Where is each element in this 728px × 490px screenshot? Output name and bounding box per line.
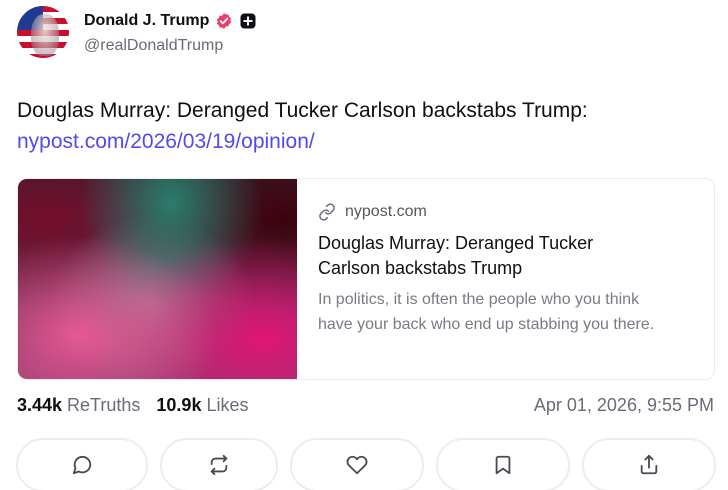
link-preview-image: [18, 179, 297, 379]
link-preview-body: nypost.com Douglas Murray: Deranged Tuck…: [297, 179, 714, 379]
display-name[interactable]: Donald J. Trump: [84, 12, 209, 30]
link-preview-card[interactable]: nypost.com Douglas Murray: Deranged Tuck…: [17, 178, 715, 380]
verified-badge-icon: [217, 12, 232, 29]
post-stats: 3.44k ReTruths 10.9k Likes: [17, 393, 248, 417]
link-preview-title: Douglas Murray: Deranged Tucker Carlson …: [318, 233, 594, 278]
post-header: Donald J. Trump @realDonaldTrump: [17, 4, 257, 60]
link-preview-domain-row: nypost.com: [318, 201, 694, 223]
retruths-label[interactable]: ReTruths: [67, 395, 140, 416]
bookmark-icon: [495, 455, 511, 475]
post-text: Douglas Murray: Deranged Tucker Carlson …: [17, 99, 588, 122]
link-icon: [319, 203, 335, 221]
avatar-face: [31, 14, 59, 56]
repost-icon: [210, 454, 228, 476]
retruths-count[interactable]: 3.44k: [17, 395, 62, 416]
heart-icon: [346, 455, 368, 475]
link-preview-description: In politics, it is often the people who …: [318, 291, 655, 333]
bookmark-button[interactable]: [436, 438, 570, 490]
post-link[interactable]: nypost.com/2026/03/19/opinion/: [17, 125, 315, 159]
post-timestamp[interactable]: Apr 01, 2026, 9:55 PM: [534, 393, 714, 417]
link-preview-domain: nypost.com: [345, 203, 427, 220]
share-button[interactable]: [582, 438, 716, 490]
retruth-button[interactable]: [160, 438, 278, 490]
likes-label[interactable]: Likes: [206, 395, 248, 416]
likes-count[interactable]: 10.9k: [156, 395, 201, 416]
plus-badge-icon: [240, 13, 256, 28]
display-name-row: Donald J. Trump: [84, 10, 257, 32]
handle[interactable]: @realDonaldTrump: [84, 37, 257, 55]
author-names: Donald J. Trump @realDonaldTrump: [84, 10, 257, 55]
reply-button[interactable]: [16, 438, 148, 490]
comment-icon: [72, 455, 92, 475]
share-icon: [640, 454, 658, 475]
avatar[interactable]: [17, 6, 69, 58]
like-button[interactable]: [290, 438, 424, 490]
